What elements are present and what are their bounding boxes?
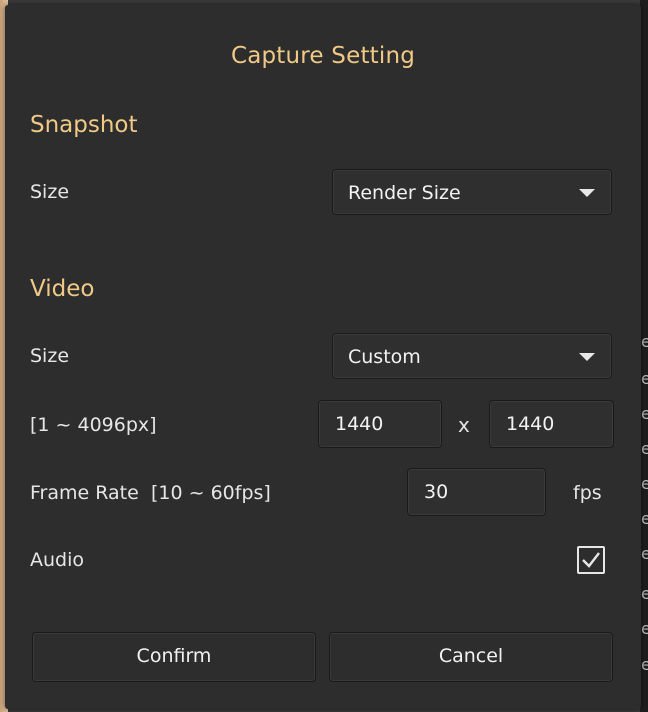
frame-rate-unit: fps bbox=[573, 482, 602, 504]
background-text: e bbox=[641, 655, 648, 674]
capture-setting-dialog: Capture Setting Snapshot Size Render Siz… bbox=[5, 5, 641, 709]
checkmark-icon bbox=[582, 552, 600, 568]
video-size-value: Custom bbox=[348, 346, 421, 368]
background-text: e bbox=[641, 619, 648, 638]
frame-rate-input[interactable] bbox=[407, 468, 546, 516]
frame-rate-range-label: [10 ~ 60fps] bbox=[151, 482, 271, 504]
snapshot-size-value: Render Size bbox=[348, 182, 461, 204]
audio-label: Audio bbox=[30, 549, 85, 571]
background-text: e bbox=[641, 509, 648, 528]
snapshot-size-label: Size bbox=[30, 181, 70, 203]
video-width-input[interactable] bbox=[318, 400, 442, 448]
background-panel: e e e e e e e e e e bbox=[640, 0, 648, 712]
video-size-label: Size bbox=[30, 345, 70, 367]
snapshot-size-dropdown[interactable]: Render Size bbox=[332, 169, 612, 215]
background-text: e bbox=[641, 544, 648, 563]
snapshot-heading: Snapshot bbox=[30, 112, 138, 138]
dialog-title: Capture Setting bbox=[230, 43, 416, 69]
video-heading: Video bbox=[30, 276, 95, 302]
cancel-button[interactable]: Cancel bbox=[329, 632, 613, 682]
dimension-separator: x bbox=[458, 413, 470, 437]
background-text: e bbox=[641, 584, 648, 603]
chevron-down-icon bbox=[579, 189, 595, 197]
background-text: e bbox=[641, 369, 648, 388]
background-text: e bbox=[641, 474, 648, 493]
video-size-dropdown[interactable]: Custom bbox=[332, 333, 612, 379]
background-text: e bbox=[641, 332, 648, 351]
video-height-input[interactable] bbox=[489, 400, 614, 448]
frame-rate-label: Frame Rate bbox=[30, 482, 139, 504]
resolution-range-label: [1 ~ 4096px] bbox=[30, 414, 157, 436]
audio-checkbox[interactable] bbox=[577, 546, 605, 574]
background-text: e bbox=[641, 404, 648, 423]
chevron-down-icon bbox=[579, 353, 595, 361]
confirm-button[interactable]: Confirm bbox=[32, 632, 316, 682]
background-text: e bbox=[641, 439, 648, 458]
